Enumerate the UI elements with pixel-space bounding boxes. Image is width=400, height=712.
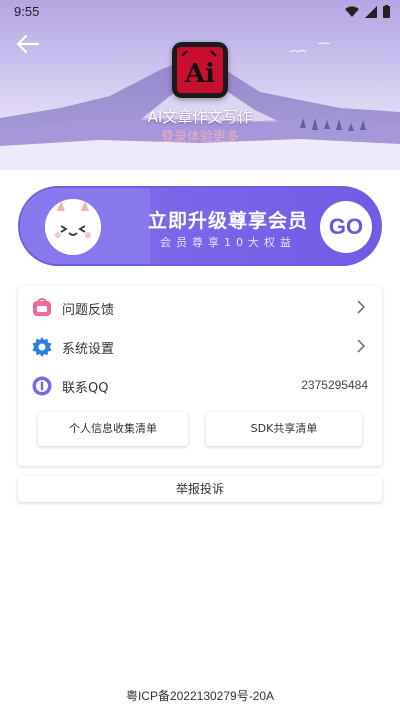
sdk-share-list-button[interactable]: SDK共享清单 bbox=[206, 412, 362, 446]
vip-title: 立即升级尊享会员 bbox=[147, 210, 308, 232]
status-time: 9:55 bbox=[14, 4, 40, 19]
back-arrow-icon[interactable] bbox=[14, 32, 42, 56]
wifi-icon bbox=[345, 6, 359, 17]
ai-logo-icon: Ai bbox=[181, 50, 217, 89]
menu-item-label: 系统设置 bbox=[62, 342, 115, 357]
report-complaint-button[interactable]: 举报投诉 bbox=[18, 476, 382, 502]
battery-icon bbox=[383, 5, 390, 18]
icp-record-link[interactable]: 粤ICP备2022130279号-20A bbox=[0, 687, 400, 704]
mascot-face-icon bbox=[45, 199, 101, 255]
signal-icon bbox=[365, 5, 377, 18]
menu-item-contact-qq[interactable]: 联系QQ 2375295484 bbox=[18, 366, 382, 404]
chevron-right-icon bbox=[357, 300, 366, 314]
qq-icon bbox=[32, 376, 52, 396]
menu-item-settings[interactable]: 系统设置 bbox=[18, 327, 382, 365]
menu-item-label: 问题反馈 bbox=[62, 303, 115, 318]
svg-text:Ai: Ai bbox=[184, 59, 215, 89]
qq-number: 2375295484 bbox=[301, 378, 368, 392]
app-title: AI文章作文写作 bbox=[147, 108, 253, 126]
feedback-icon bbox=[33, 298, 51, 316]
vip-subtitle: 会员尊享10大权益 bbox=[160, 236, 296, 249]
menu-item-label: 联系QQ bbox=[62, 381, 109, 396]
menu-item-feedback[interactable]: 问题反馈 bbox=[18, 288, 382, 326]
login-hint-link[interactable]: 登录体验更多 bbox=[0, 126, 400, 145]
app-logo: Ai bbox=[172, 42, 228, 98]
vip-upgrade-banner[interactable]: 立即升级尊享会员 会员尊享10大权益 GO bbox=[18, 186, 382, 266]
status-bar: 9:55 bbox=[0, 0, 400, 26]
gear-icon bbox=[32, 337, 52, 357]
chevron-right-icon bbox=[357, 339, 366, 353]
settings-card: 问题反馈 系统设置 联系QQ 2375295484 个人信息收集清单 SDK共享… bbox=[18, 286, 382, 466]
profile-header: 9:55 Ai AI文章作文写作 登录体验更多 bbox=[0, 0, 400, 170]
go-button[interactable]: GO bbox=[320, 201, 372, 253]
personal-info-list-button[interactable]: 个人信息收集清单 bbox=[38, 412, 188, 446]
